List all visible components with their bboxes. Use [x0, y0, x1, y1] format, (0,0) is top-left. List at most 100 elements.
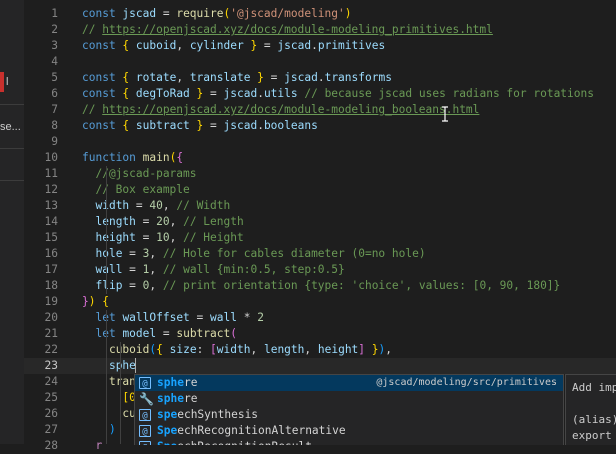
code-token: = — [257, 39, 278, 52]
code-token: translate — [189, 71, 251, 84]
variable-icon: @ — [139, 441, 151, 445]
code-token: = — [135, 231, 157, 244]
code-line[interactable]: 9 — [24, 134, 616, 150]
code-token: height — [317, 343, 359, 356]
code-line[interactable]: 15 height = 10, // Height — [24, 230, 616, 246]
suggest-item[interactable]: 🔧 sphere — [135, 391, 563, 407]
code-line[interactable]: 12 // Box example — [24, 182, 616, 198]
code-token: r — [95, 439, 103, 452]
line-code[interactable]: const { cuboid, cylinder } = jscad.primi… — [82, 38, 385, 54]
code-line[interactable]: 20 let wallOffset = wall * 2 — [24, 310, 616, 326]
code-line[interactable]: 2 // https://openjscad.xyz/docs/module-mo… — [24, 22, 616, 38]
code-token: = — [189, 311, 211, 324]
line-code[interactable]: //@jscad-params — [82, 166, 196, 182]
line-code[interactable]: const { rotate, translate } = jscad.tran… — [82, 70, 392, 86]
code-token: ) — [108, 423, 116, 436]
line-code[interactable]: }) { — [82, 294, 109, 310]
line-code[interactable]: cuboid({ size: [width, length, height] }… — [82, 342, 392, 358]
code-line[interactable]: 23 sphe — [24, 358, 616, 374]
suggest-details-panel: Add imp (alias) export — [565, 374, 616, 445]
code-line[interactable]: 13 width = 40, // Width — [24, 198, 616, 214]
code-token: cuboid — [135, 39, 177, 52]
code-token: jscad — [284, 71, 318, 84]
code-token: . — [257, 87, 264, 100]
line-number: 1 — [51, 7, 58, 20]
code-token: , — [176, 39, 190, 52]
code-line[interactable]: 14 length = 20, // Length — [24, 214, 616, 230]
code-line[interactable]: 10 function main({ — [24, 150, 616, 166]
code-token: model — [122, 327, 157, 340]
line-code[interactable]: // Box example — [82, 182, 189, 198]
line-code[interactable]: function main({ — [82, 150, 183, 166]
line-number: 8 — [51, 119, 58, 132]
line-code[interactable]: const { degToRad } = jscad.utils // beca… — [82, 86, 594, 102]
code-token: const — [82, 7, 123, 20]
code-token: height — [95, 231, 136, 244]
code-token: utils — [263, 87, 298, 100]
line-code[interactable]: hole = 3, // Hole for cables diameter (0… — [82, 246, 425, 262]
code-line[interactable]: 16 hole = 3, // Hole for cables diameter… — [24, 246, 616, 262]
suggest-detail: @jscad/modeling/src/primitives — [376, 377, 557, 388]
code-token: rotate — [135, 71, 177, 84]
line-number: 13 — [44, 199, 58, 212]
line-code[interactable]: // https://openjscad.xyz/docs/module-mod… — [82, 22, 493, 38]
code-line[interactable]: 17 wall = 1, // wall {min:0.5, step:0.5} — [24, 262, 616, 278]
code-line[interactable]: 7 // https://openjscad.xyz/docs/module-mo… — [24, 102, 616, 118]
code-line[interactable]: 19}) { — [24, 294, 616, 310]
code-token: subtract — [176, 327, 231, 340]
code-line[interactable]: 11 //@jscad-params — [24, 166, 616, 182]
code-line[interactable]: 8 const { subtract } = jscad.booleans — [24, 118, 616, 134]
line-code[interactable]: // https://openjscad.xyz/docs/module-mod… — [82, 102, 479, 118]
line-code[interactable]: cu — [82, 406, 135, 422]
line-number: 24 — [44, 375, 58, 388]
code-line[interactable]: 22 cuboid({ size: [width, length, height… — [24, 342, 616, 358]
code-line[interactable]: 18 flip = 0, // print orientation {type:… — [24, 278, 616, 294]
code-line[interactable]: 5 const { rotate, translate } = jscad.tra… — [24, 70, 616, 86]
line-code[interactable]: wall = 1, // wall {min:0.5, step:0.5} — [82, 262, 344, 278]
code-token: tran — [108, 375, 136, 388]
code-token: degToRad — [135, 87, 190, 100]
text-cursor — [135, 358, 136, 373]
code-token: flip — [95, 279, 123, 292]
line-code[interactable]: const jscad = require('@jscad/modeling') — [82, 6, 352, 22]
code-token: . — [317, 71, 325, 84]
line-code[interactable]: r — [82, 438, 102, 454]
code-line[interactable]: 3 const { cuboid, cylinder } = jscad.prim… — [24, 38, 616, 54]
code-token: } — [82, 295, 89, 308]
suggest-widget[interactable]: @ sphere @jscad/modeling/src/primitives 🔧 sp… — [134, 374, 564, 445]
sidebar-fragment[interactable]: se... — [0, 121, 22, 133]
line-number: 7 — [51, 103, 58, 116]
suggest-label-rest: echRecognitionResult — [177, 440, 312, 445]
line-code[interactable]: ) — [82, 422, 116, 438]
code-line[interactable]: 4 — [24, 54, 616, 70]
docs-line: Add imp — [572, 381, 616, 394]
suggest-item[interactable]: @ speechSynthesis — [135, 407, 563, 423]
code-token: 40 — [149, 199, 163, 212]
suggest-label-rest: re — [183, 392, 198, 405]
suggest-item[interactable]: @ SpeechRecognitionResult — [135, 439, 563, 445]
wrench-icon: 🔧 — [139, 392, 154, 406]
code-line[interactable]: 1 const jscad = require('@jscad/modeling'… — [24, 6, 616, 22]
line-code[interactable]: [0 — [82, 390, 135, 406]
variable-icon: @ — [139, 409, 151, 421]
suggest-item[interactable]: @ SpeechRecognitionAlternative — [135, 423, 563, 439]
code-line[interactable]: 21 let model = subtract( — [24, 326, 616, 342]
line-code[interactable]: flip = 0, // print orientation {type: 'c… — [82, 278, 560, 294]
line-code[interactable]: let wallOffset = wall * 2 — [82, 310, 263, 326]
code-line[interactable]: 6 const { degToRad } = jscad.utils // bec… — [24, 86, 616, 102]
line-code[interactable]: const { subtract } = jscad.booleans — [82, 118, 318, 134]
line-number: 25 — [44, 391, 58, 404]
code-token: const — [82, 39, 123, 52]
line-code[interactable]: tran — [82, 374, 136, 390]
code-token: // because jscad uses radians for rotati… — [297, 87, 594, 100]
suggest-item[interactable]: @ sphere @jscad/modeling/src/primitives — [135, 375, 563, 391]
code-token: sphe — [108, 359, 136, 372]
code-token: length — [263, 343, 305, 356]
line-code[interactable]: width = 40, // Width — [82, 198, 230, 214]
variable-icon: @ — [139, 425, 151, 437]
code-token: = — [122, 279, 143, 292]
line-code[interactable]: sphe — [82, 358, 136, 374]
